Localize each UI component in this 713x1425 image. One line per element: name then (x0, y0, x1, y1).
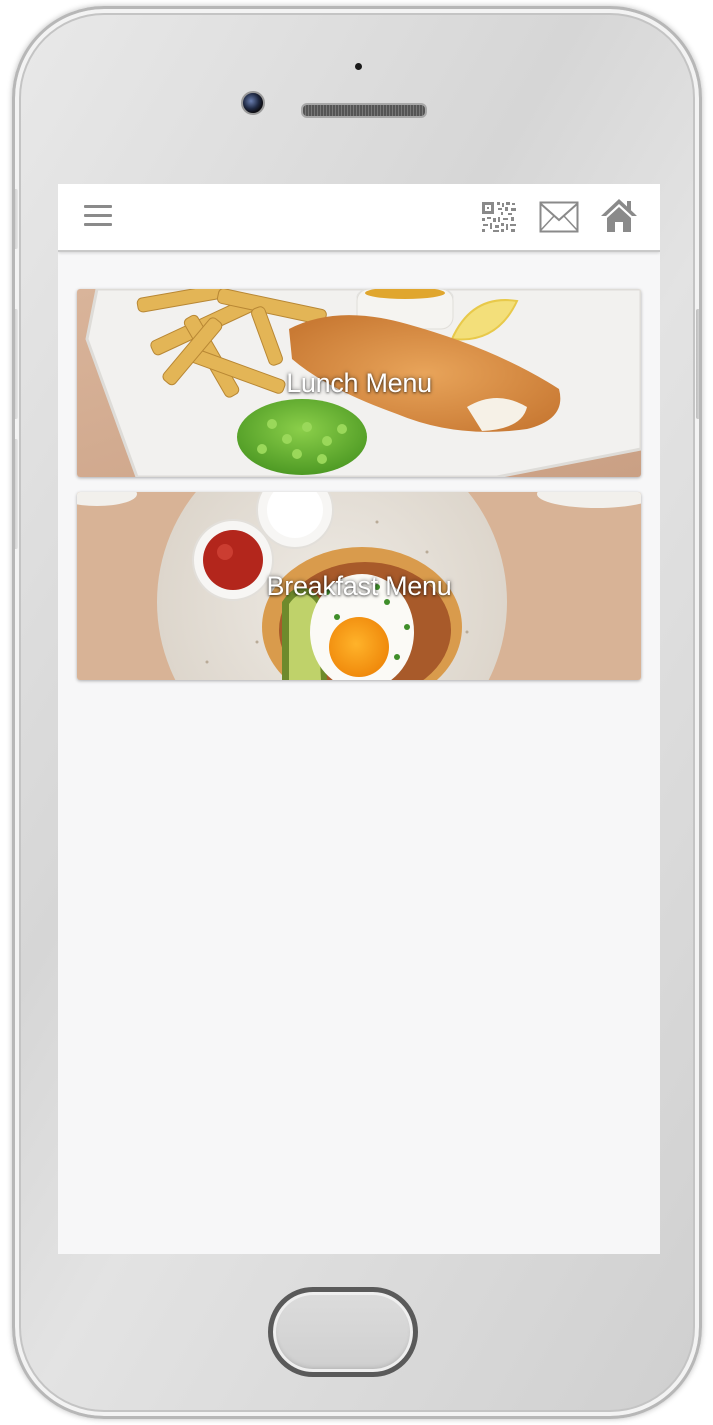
volume-down-button (15, 439, 18, 549)
breakfast-menu-card[interactable]: Breakfast Menu (77, 492, 641, 680)
envelope-icon[interactable] (539, 201, 579, 237)
app-screen: Lunch Menu Breakfast Menu (58, 184, 660, 1254)
side-button (15, 189, 18, 249)
app-header (58, 184, 660, 252)
sensor-dot (355, 63, 362, 70)
breakfast-menu-label: Breakfast Menu (266, 571, 452, 601)
earpiece-speaker (301, 103, 427, 118)
power-button (696, 309, 699, 419)
qr-code-icon[interactable] (481, 201, 519, 237)
hamburger-icon[interactable] (84, 205, 112, 227)
home-icon[interactable] (600, 197, 638, 237)
front-camera (241, 91, 265, 115)
lunch-menu-card[interactable]: Lunch Menu (77, 289, 641, 477)
lunch-menu-label: Lunch Menu (286, 368, 432, 398)
home-button[interactable] (268, 1287, 418, 1377)
volume-up-button (15, 309, 18, 419)
